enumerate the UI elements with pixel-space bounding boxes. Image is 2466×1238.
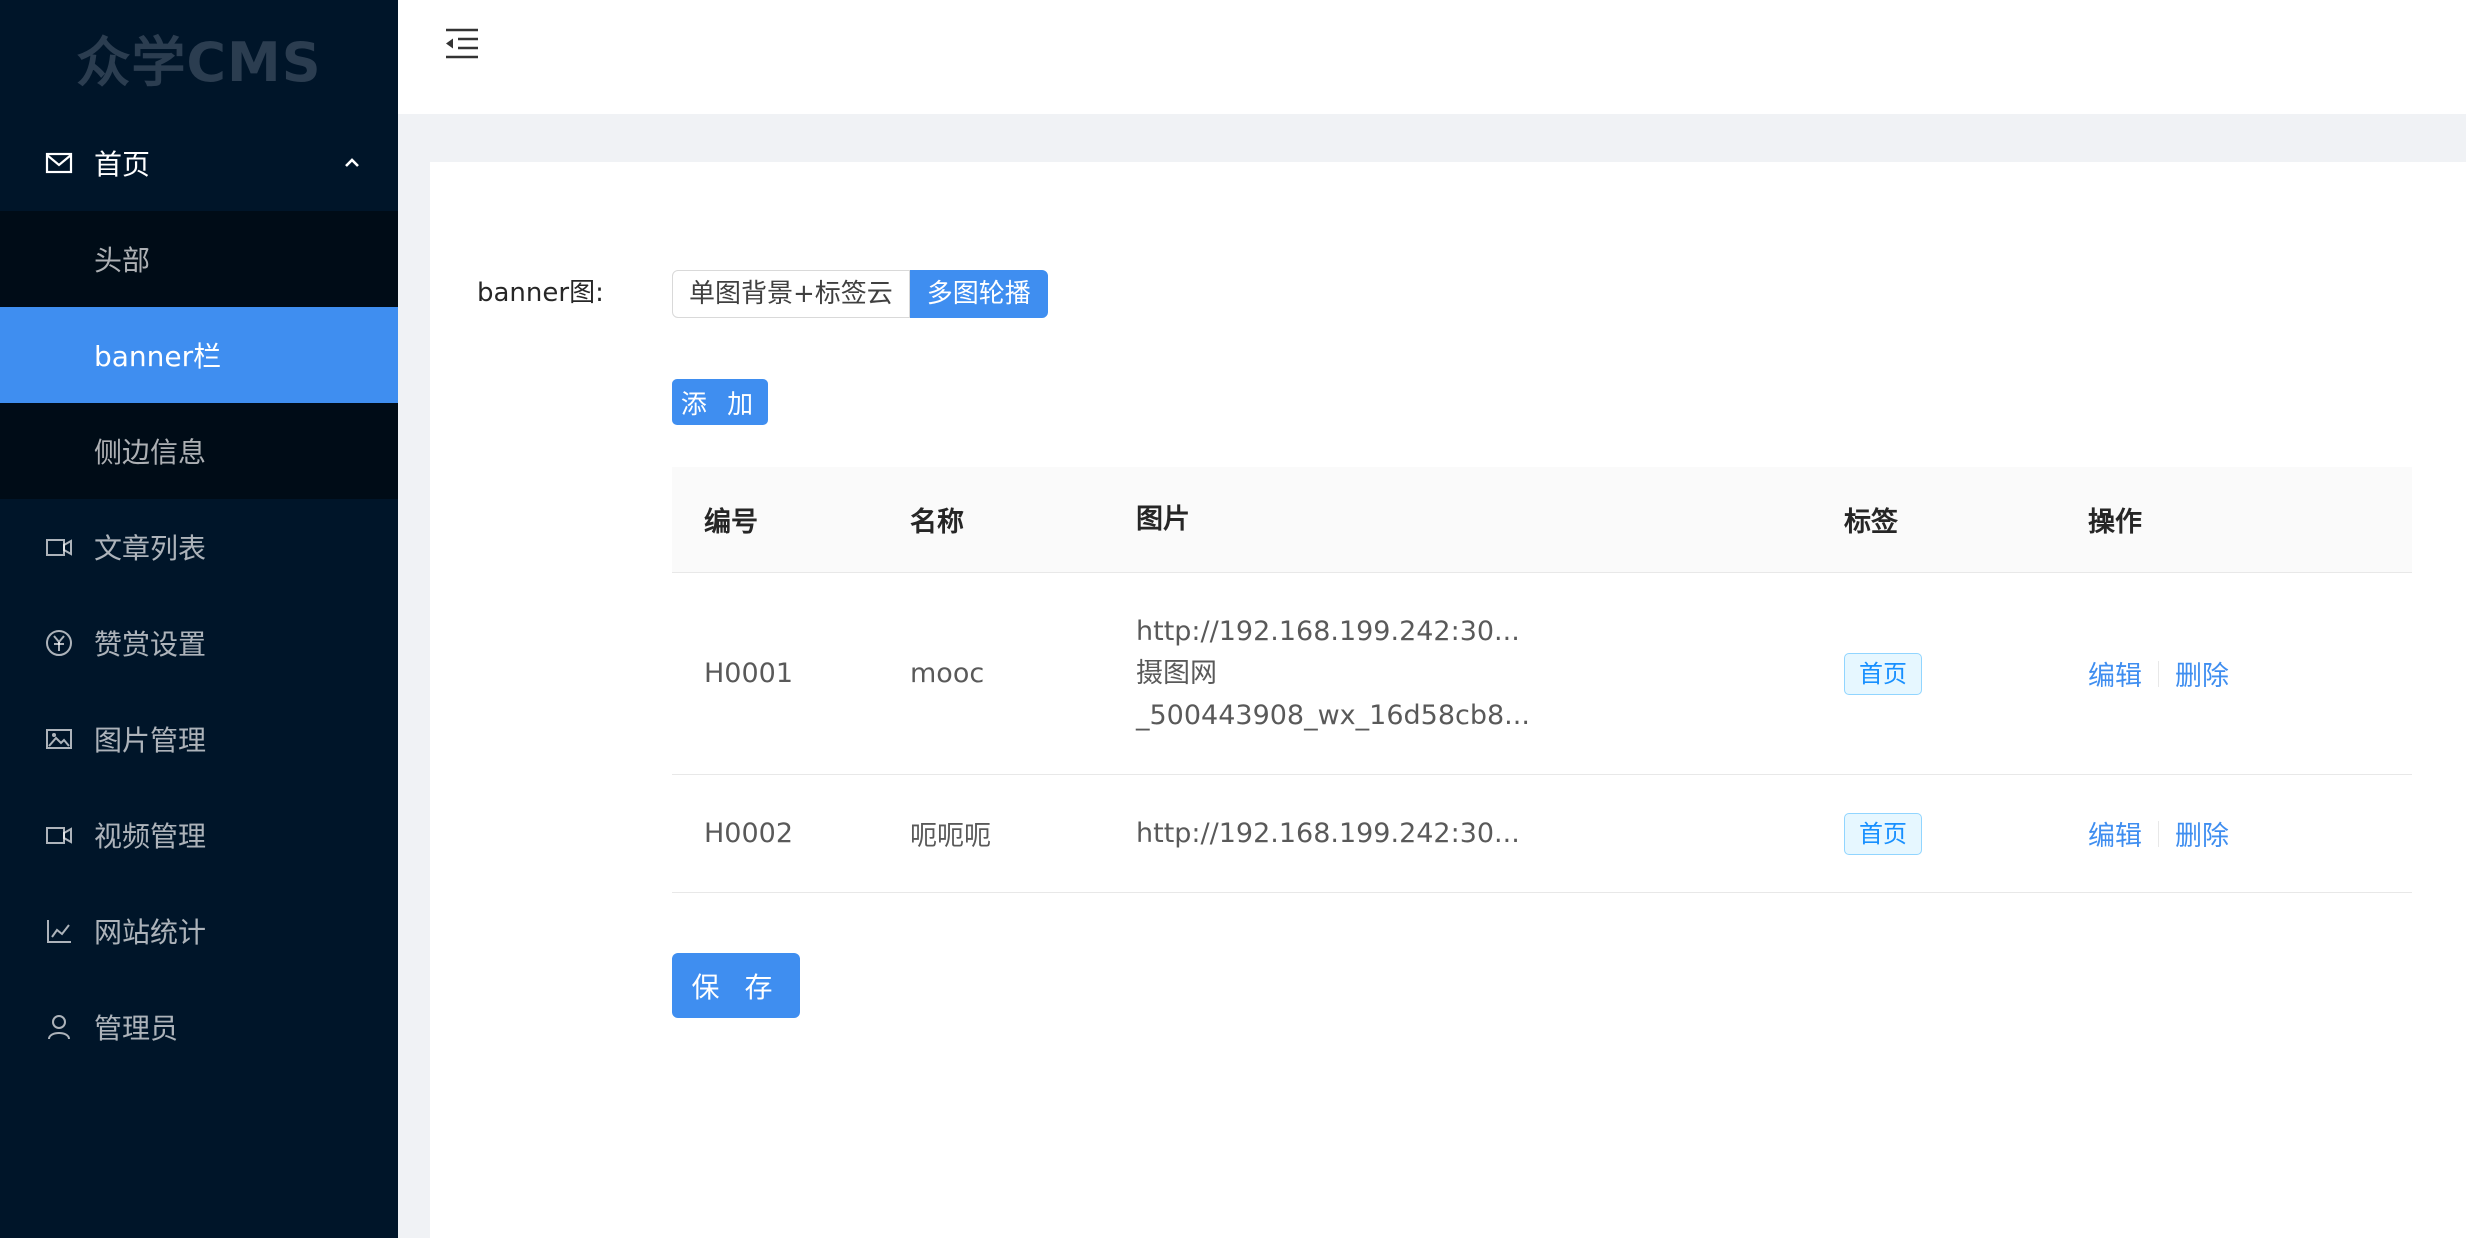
menu-fold-icon: [446, 28, 478, 59]
picture-icon: [44, 724, 74, 754]
sidebar-item-label: 首页: [94, 148, 151, 181]
sidebar-item-image-management[interactable]: 图片管理: [0, 691, 398, 787]
sidebar-item-label: 视频管理: [94, 820, 207, 853]
content-card: banner图: 单图背景+标签云 多图轮播 添 加 编号 名称 图片 标签 操…: [430, 162, 2466, 1238]
app-logo: 众学CMS: [76, 31, 322, 94]
action-divider: [2158, 820, 2159, 847]
sidebar-item-reward-settings[interactable]: 赞赏设置: [0, 595, 398, 691]
sidebar-item-administrator[interactable]: 管理员: [0, 979, 398, 1075]
column-header-name: 名称: [910, 507, 964, 538]
user-icon: [44, 1012, 74, 1042]
sidebar-item-video-management[interactable]: 视频管理: [0, 787, 398, 883]
video-camera-icon: [44, 532, 74, 562]
sidebar-subitem-header[interactable]: 头部: [0, 211, 398, 307]
image-line: 摄图网: [1136, 657, 1217, 689]
cell-id: H0002: [704, 818, 794, 849]
add-button[interactable]: 添 加: [672, 379, 768, 425]
banner-type-label: banner图:: [477, 278, 604, 308]
edit-link[interactable]: 编辑: [2088, 814, 2142, 853]
sidebar-item-label: 图片管理: [94, 724, 207, 757]
cell-id: H0001: [704, 658, 794, 689]
table-header: 编号 名称 图片 标签 操作: [672, 467, 2412, 573]
column-header-id: 编号: [704, 507, 758, 538]
home-submenu: 头部 banner栏 侧边信息: [0, 211, 398, 499]
cell-name: 呃呃呃: [910, 821, 991, 852]
cell-tag: 首页: [1844, 652, 2088, 695]
action-divider: [2158, 660, 2159, 687]
image-line: _500443908_wx_16d58cb8...: [1136, 699, 1530, 731]
tag-badge: 首页: [1844, 652, 1922, 695]
table-row: H0002 呃呃呃 http://192.168.199.242:30... 首…: [672, 775, 2412, 893]
sidebar: 众学CMS 首页 头部 banner栏 侧边信息 文章列表 赞赏设置 图片管理: [0, 0, 398, 1238]
sidebar-item-label: 文章列表: [94, 532, 207, 565]
save-button[interactable]: 保 存: [672, 953, 800, 1018]
cell-image: http://192.168.199.242:30... 摄图网 _500443…: [1136, 611, 1844, 737]
cell-actions: 编辑 删除: [2088, 814, 2412, 853]
sidebar-subitem-side-info[interactable]: 侧边信息: [0, 403, 398, 499]
cell-image: http://192.168.199.242:30...: [1136, 813, 1844, 855]
banner-type-radio-group: 单图背景+标签云 多图轮播: [672, 270, 1048, 318]
sidebar-item-label: 管理员: [94, 1012, 179, 1045]
image-line: http://192.168.199.242:30...: [1136, 817, 1520, 849]
table-row: H0001 mooc http://192.168.199.242:30... …: [672, 573, 2412, 775]
tag-badge: 首页: [1844, 812, 1922, 855]
image-line: http://192.168.199.242:30...: [1136, 615, 1520, 647]
video-camera-icon: [44, 820, 74, 850]
radio-multi-image-carousel[interactable]: 多图轮播: [909, 270, 1048, 318]
sidebar-item-article-list[interactable]: 文章列表: [0, 499, 398, 595]
sidebar-item-label: 网站统计: [94, 916, 207, 949]
mail-icon: [44, 148, 74, 178]
menu-fold-button[interactable]: [442, 24, 482, 64]
sidebar-item-label: 赞赏设置: [94, 628, 207, 661]
line-chart-icon: [44, 916, 74, 946]
sidebar-item-home[interactable]: 首页: [0, 115, 398, 211]
sidebar-subitem-banner[interactable]: banner栏: [0, 307, 398, 403]
edit-link[interactable]: 编辑: [2088, 654, 2142, 693]
chevron-up-icon: [345, 158, 359, 167]
column-header-actions: 操作: [2088, 507, 2142, 538]
banner-table: 编号 名称 图片 标签 操作 H0001 mooc http://192.168…: [672, 467, 2412, 893]
column-header-tag: 标签: [1844, 507, 1898, 538]
top-header: [398, 0, 2466, 114]
cell-tag: 首页: [1844, 812, 2088, 855]
sidebar-item-site-statistics[interactable]: 网站统计: [0, 883, 398, 979]
column-header-image: 图片: [1136, 503, 1190, 535]
delete-link[interactable]: 删除: [2175, 814, 2229, 853]
radio-single-image-tag-cloud[interactable]: 单图背景+标签云: [672, 270, 910, 318]
delete-link[interactable]: 删除: [2175, 654, 2229, 693]
yen-circle-icon: [44, 628, 74, 658]
cell-actions: 编辑 删除: [2088, 654, 2412, 693]
cell-name: mooc: [910, 658, 985, 689]
